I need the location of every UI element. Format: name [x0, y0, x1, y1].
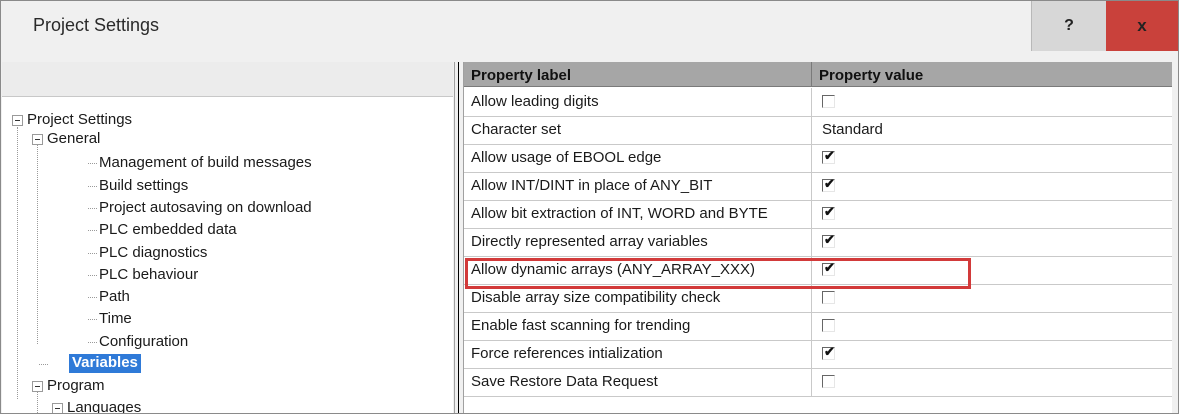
unchecked-checkbox[interactable]	[822, 319, 835, 332]
property-row[interactable]: Save Restore Data Request	[464, 368, 1172, 397]
tree-item-build-messages[interactable]: Management of build messages	[99, 154, 312, 172]
property-label: Force references intialization	[464, 340, 812, 368]
tree-connector	[88, 230, 97, 231]
dialog-title: Project Settings	[33, 15, 160, 35]
tree-item-plc-embedded-data[interactable]: PLC embedded data	[99, 221, 237, 239]
tree-connector	[39, 364, 48, 365]
title-bar: Project Settings ? x	[1, 1, 1178, 51]
collapse-icon[interactable]	[12, 115, 23, 126]
collapse-icon[interactable]	[32, 381, 43, 392]
collapse-icon[interactable]	[32, 134, 43, 145]
tree-item-plc-diagnostics[interactable]: PLC diagnostics	[99, 244, 207, 262]
property-label: Allow usage of EBOOL edge	[464, 144, 812, 172]
pane-splitter[interactable]	[454, 62, 464, 413]
property-value[interactable]: ✔	[812, 144, 1172, 172]
close-button[interactable]: x	[1106, 1, 1178, 51]
unchecked-checkbox[interactable]	[822, 95, 835, 108]
check-icon: ✔	[824, 176, 835, 191]
settings-tree: Project Settings General Management of b…	[2, 97, 453, 413]
tree-connector	[37, 143, 38, 344]
tree-connector	[88, 342, 97, 343]
tree-item-plc-behaviour[interactable]: PLC behaviour	[99, 266, 198, 284]
tree-connector	[88, 319, 97, 320]
property-row[interactable]: Allow bit extraction of INT, WORD and BY…	[464, 200, 1172, 229]
tree-connector	[17, 127, 18, 399]
property-value[interactable]	[812, 312, 1172, 340]
checked-checkbox[interactable]: ✔	[822, 176, 835, 192]
unchecked-checkbox[interactable]	[822, 375, 835, 388]
check-icon: ✔	[824, 148, 835, 163]
tree-item-build-settings[interactable]: Build settings	[99, 177, 188, 195]
property-label: Save Restore Data Request	[464, 368, 812, 396]
tree-item-variables[interactable]: Variables	[69, 354, 141, 373]
tree-node-languages[interactable]: Languages	[45, 399, 141, 413]
tree-item-configuration[interactable]: Configuration	[99, 333, 188, 351]
property-row[interactable]: Character set Standard	[464, 116, 1172, 145]
tree-connector	[88, 297, 97, 298]
unchecked-checkbox[interactable]	[822, 291, 835, 304]
tree-connector	[88, 186, 97, 187]
check-icon: ✔	[824, 204, 835, 219]
check-icon: ✔	[824, 232, 835, 247]
tree-connector	[88, 253, 97, 254]
tree-node-program[interactable]: Program	[25, 377, 105, 395]
tree-node-project-settings[interactable]: Project Settings	[5, 111, 132, 129]
tree-item-path[interactable]: Path	[99, 288, 130, 306]
project-settings-dialog: Project Settings ? x Project Settings Ge…	[0, 0, 1179, 414]
property-value[interactable]: ✔	[812, 172, 1172, 200]
property-value[interactable]	[812, 88, 1172, 116]
property-label: Allow INT/DINT in place of ANY_BIT	[464, 172, 812, 200]
property-value[interactable]: ✔	[812, 340, 1172, 368]
tree-item-time[interactable]: Time	[99, 310, 132, 328]
property-label: Allow bit extraction of INT, WORD and BY…	[464, 200, 812, 228]
checked-checkbox[interactable]: ✔	[822, 148, 835, 164]
property-row[interactable]: Enable fast scanning for trending	[464, 312, 1172, 341]
checked-checkbox[interactable]: ✔	[822, 344, 835, 360]
column-header-value[interactable]: Property value	[812, 62, 1172, 87]
property-row[interactable]: Allow leading digits	[464, 88, 1172, 117]
check-icon: ✔	[824, 344, 835, 359]
checked-checkbox[interactable]: ✔	[822, 204, 835, 220]
tree-header	[2, 62, 453, 97]
column-header-label[interactable]: Property label	[464, 62, 812, 87]
property-row[interactable]: Force references intialization ✔	[464, 340, 1172, 369]
highlight-box	[465, 258, 971, 289]
property-row[interactable]: Allow INT/DINT in place of ANY_BIT ✔	[464, 172, 1172, 201]
property-row[interactable]: Allow usage of EBOOL edge ✔	[464, 144, 1172, 173]
property-value[interactable]: Standard	[812, 116, 1172, 144]
property-row[interactable]: Directly represented array variables ✔	[464, 228, 1172, 257]
property-value[interactable]: ✔	[812, 228, 1172, 256]
tree-connector	[88, 275, 97, 276]
tree-node-general[interactable]: General	[25, 130, 100, 148]
help-button[interactable]: ?	[1031, 1, 1106, 51]
tree-connector	[88, 208, 97, 209]
property-label: Allow leading digits	[464, 88, 812, 116]
tree-item-project-autosaving[interactable]: Project autosaving on download	[99, 199, 312, 217]
property-label: Directly represented array variables	[464, 228, 812, 256]
property-grid: Property label Property value Allow lead…	[464, 62, 1172, 413]
property-label: Enable fast scanning for trending	[464, 312, 812, 340]
property-label: Character set	[464, 116, 812, 144]
property-value[interactable]: ✔	[812, 200, 1172, 228]
tree-connector	[88, 163, 97, 164]
collapse-icon[interactable]	[52, 403, 63, 413]
checked-checkbox[interactable]: ✔	[822, 232, 835, 248]
property-value[interactable]	[812, 368, 1172, 396]
